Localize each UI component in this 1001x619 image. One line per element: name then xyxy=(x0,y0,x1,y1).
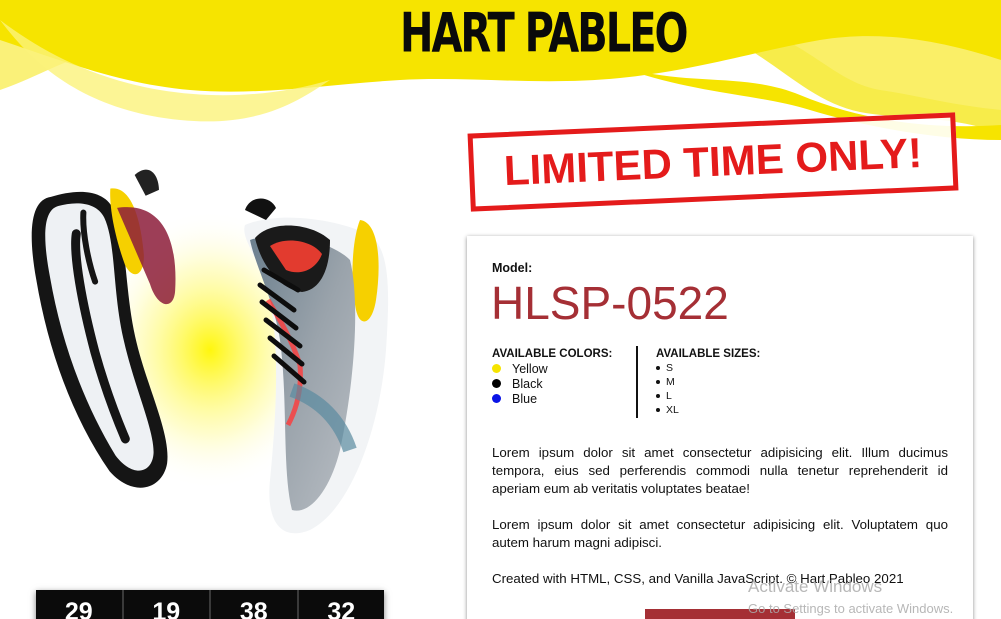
bullet-icon xyxy=(656,366,660,370)
size-label: M xyxy=(666,376,675,388)
color-option-black[interactable]: Black xyxy=(492,376,632,391)
bullet-icon xyxy=(656,408,660,412)
bullet-icon xyxy=(656,380,660,384)
model-label: Model: xyxy=(492,261,533,275)
product-description-2: Lorem ipsum dolor sit amet consectetur a… xyxy=(492,517,948,550)
available-sizes: AVAILABLE SIZES: S M L XL xyxy=(656,347,816,417)
color-label: Yellow xyxy=(512,361,548,376)
size-option-m[interactable]: M xyxy=(656,375,816,389)
yellow-dot-icon xyxy=(492,364,501,373)
model-number: HLSP-0522 xyxy=(491,277,729,329)
buy-button[interactable] xyxy=(645,609,795,619)
brand-logo[interactable]: HART PABLEO xyxy=(400,4,689,63)
color-option-blue[interactable]: Blue xyxy=(492,391,632,406)
countdown-hours: 19 xyxy=(124,590,211,619)
size-option-xl[interactable]: XL xyxy=(656,403,816,417)
sneaker-pair-image xyxy=(31,169,389,534)
size-option-l[interactable]: L xyxy=(656,389,816,403)
colors-sizes-divider xyxy=(636,346,638,418)
size-label: S xyxy=(666,362,674,374)
black-dot-icon xyxy=(492,379,501,388)
sizes-title: AVAILABLE SIZES: xyxy=(656,348,761,360)
product-card: Model: HLSP-0522 AVAILABLE COLORS: Yello… xyxy=(467,236,973,619)
colors-title: AVAILABLE COLORS: xyxy=(492,348,613,360)
blue-dot-icon xyxy=(492,394,501,403)
color-label: Black xyxy=(512,376,543,391)
countdown-days: 29 xyxy=(36,590,124,619)
available-colors: AVAILABLE COLORS: Yellow Black Blue xyxy=(492,347,632,406)
countdown-seconds: 32 xyxy=(327,598,356,619)
size-option-s[interactable]: S xyxy=(656,361,816,375)
size-label: L xyxy=(666,390,672,402)
product-description-1: Lorem ipsum dolor sit amet consectetur a… xyxy=(492,445,948,496)
bullet-icon xyxy=(656,394,660,398)
color-option-yellow[interactable]: Yellow xyxy=(492,361,632,376)
landing-page: HART PABLEO LIMITED TIME ONLY! Model: HL… xyxy=(0,0,1001,619)
size-label: XL xyxy=(666,404,679,416)
limited-time-text: LIMITED TIME ONLY! xyxy=(502,128,924,195)
color-label: Blue xyxy=(512,391,538,406)
credit-text: Created with HTML, CSS, and Vanilla Java… xyxy=(492,571,904,586)
countdown-timer: 29 19 38 32 xyxy=(36,590,384,619)
countdown-minutes: 38 xyxy=(211,590,299,619)
